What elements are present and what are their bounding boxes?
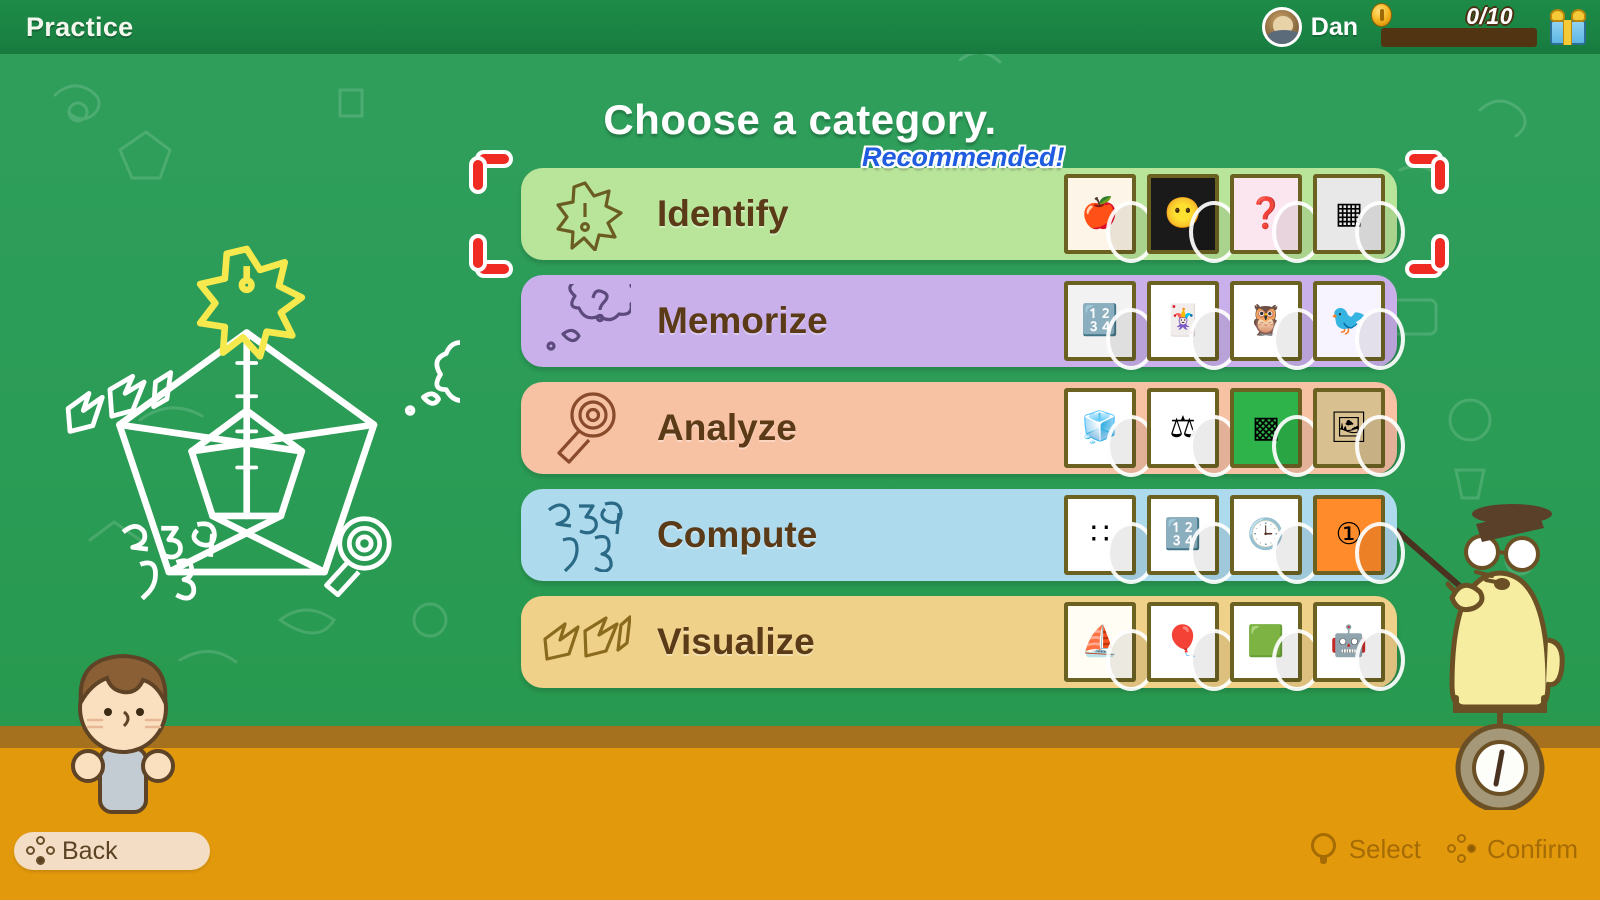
selection-bracket [473,234,513,274]
balance-scale-thumbnail[interactable]: ⚖ [1147,388,1239,477]
robot-block-thumbnail[interactable]: 🤖 [1313,602,1405,691]
confirm-hint: Confirm [1446,833,1578,865]
a-button-icon [1446,834,1477,864]
category-label: Analyze [657,407,797,448]
category-thumbnail-group: 🔢 🃏 🦉 🐦 [1064,281,1405,370]
category-label: Memorize [657,300,828,341]
header-status-group: Dan 0/10 [1261,3,1588,47]
selection-bracket [1405,234,1445,274]
thumbnail-progress-ring [1355,308,1405,370]
back-button-label: Back [62,836,118,865]
analog-clock-thumbnail[interactable]: 🕒 [1230,495,1322,584]
pipe-route-thumbnail[interactable]: 🟩 [1230,602,1322,691]
chalkboard-ledge [0,726,1600,748]
category-thumbnail-group: ⛵ 🎈 🟩 🤖 [1064,602,1405,691]
page-title: Practice [26,11,134,42]
balloons-thumbnail[interactable]: 🎈 [1147,602,1239,691]
star-exclamation-icon [539,177,631,252]
back-button[interactable]: Back [14,832,210,870]
username-label: Dan [1310,12,1358,41]
gift-box-icon[interactable] [1548,8,1588,46]
block-stack-thumbnail[interactable]: 🧊 [1064,388,1156,477]
select-hint: Select [1309,833,1421,865]
birdcage-thumbnail[interactable]: 🐦 [1313,281,1405,370]
maze-puzzle-thumbnail[interactable]: ▩ [1230,388,1322,477]
photo-grid-thumbnail[interactable]: 🖼 [1313,388,1405,477]
confirm-hint-label: Confirm [1486,833,1578,864]
calculator-keypad-thumbnail[interactable]: 🔢 [1064,281,1156,370]
magnifying-glass-icon [539,391,631,465]
coin-progress-group: 0/10 [1371,3,1539,47]
category-row-visualize[interactable]: Visualize ⛵ 🎈 🟩 🤖 [521,596,1405,691]
student-character [71,653,175,814]
thumbnail-progress-ring [1355,201,1405,263]
selection-bracket [1405,154,1445,194]
selection-bracket [473,154,513,194]
pixelated-photo-thumbnail[interactable]: ▦ [1313,174,1405,263]
teacher-character [1390,504,1565,810]
thought-bubble-question-icon [539,265,638,358]
stick-icon [1309,833,1339,865]
category-thumbnail-group: 🍎 😶 ❓ ▦ [1064,174,1405,263]
thumbnail-progress-ring [1355,522,1405,584]
counting-dots-thumbnail[interactable]: ∷ [1064,495,1156,584]
colored-numbers-thumbnail[interactable]: ① [1313,495,1405,584]
category-row-identify[interactable]: Identify 🍎 😶 ❓ ▦ [473,154,1445,274]
category-label: Visualize [657,621,815,662]
apple-food-thumbnail[interactable]: 🍎 [1064,174,1156,263]
origami-boat-thumbnail[interactable]: ⛵ [1064,602,1156,691]
category-row-memorize[interactable]: Memorize 🔢 🃏 🦉 🐦 [521,265,1405,370]
thumbnail-progress-ring [1355,415,1405,477]
page-heading: Choose a category. [603,96,997,143]
category-label: Compute [657,514,818,555]
numbers-icon [539,498,631,573]
top-bar: Practice Dan 0/10 [0,0,1600,54]
category-row-analyze[interactable]: Analyze 🧊 ⚖ ▩ 🖼 [521,382,1405,477]
coin-icon [1371,3,1392,27]
blurred-face-thumbnail[interactable]: 😶 [1147,174,1239,263]
recommended-badge: Recommended! [862,142,1065,172]
category-list: Identify 🍎 😶 ❓ ▦ Memorize 🔢 🃏 🦉 🐦 Analyze 🧊 ⚖ ▩ 🖼 Compu… [473,154,1445,703]
motion-lines-icon [539,605,632,679]
select-hint-label: Select [1348,833,1421,864]
category-thumbnail-group: ∷ 🔢 🕒 ① [1064,495,1405,584]
control-hints: Select Confirm [1309,833,1578,865]
number-blocks-thumbnail[interactable]: 🔢 [1147,495,1239,584]
progress-count-label: 0/10 [1466,3,1513,29]
skill-pentagon-chart [65,245,460,601]
thumbnail-progress-ring [1355,629,1405,691]
category-label: Identify [657,193,789,234]
category-row-compute[interactable]: Compute ∷ 🔢 🕒 ① [521,489,1405,584]
b-button-icon [26,836,56,866]
animal-faces-thumbnail[interactable]: 🦉 [1230,281,1322,370]
progress-bar-track [1381,28,1537,47]
classroom-floor [0,748,1600,900]
user-avatar-icon[interactable] [1261,7,1302,47]
question-mark-stars-thumbnail[interactable]: ❓ [1230,174,1322,263]
card-match-thumbnail[interactable]: 🃏 [1147,281,1239,370]
category-thumbnail-group: 🧊 ⚖ ▩ 🖼 [1064,388,1405,477]
